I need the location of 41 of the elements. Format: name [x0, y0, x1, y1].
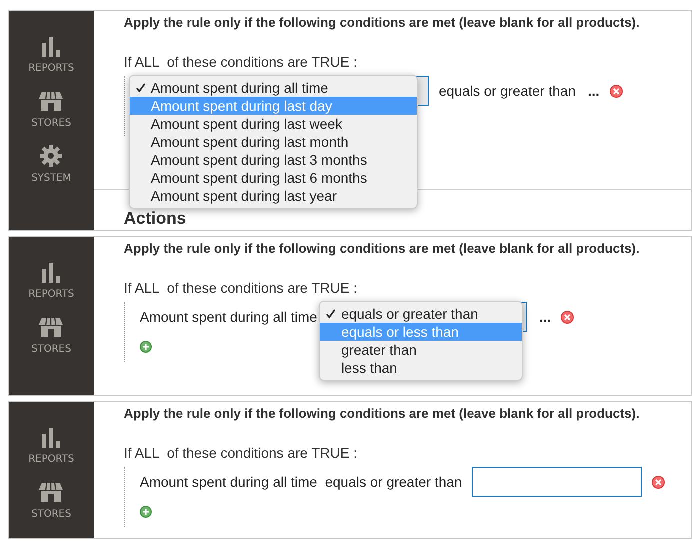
condition-text: Amount spent during all time equals or greater than: [140, 474, 462, 490]
input-field[interactable]: [472, 467, 642, 497]
nav-item[interactable]: STORES: [32, 481, 72, 520]
nav-item[interactable]: STORES: [32, 90, 72, 129]
condition-text: Amount spent during all time: [140, 309, 318, 325]
condition-text: equals or greater than: [439, 83, 576, 99]
section-heading: Apply the rule only if the following conditions are met (leave blank for all products).: [124, 240, 641, 258]
bar-chart-icon: [40, 263, 62, 283]
storefront-icon: [39, 316, 64, 338]
remove-icon[interactable]: [652, 476, 666, 488]
menu-option[interactable]: Amount spent during last 6 months: [130, 169, 417, 187]
menu-option[interactable]: equals or greater than: [320, 305, 522, 323]
rule-text: If ALL of these conditions are TRUE :: [124, 54, 358, 70]
menu-option[interactable]: less than: [320, 359, 522, 377]
menu-option[interactable]: Amount spent during last month: [130, 133, 417, 151]
section-heading: Apply the rule only if the following conditions are met (leave blank for all products).: [124, 14, 641, 32]
nav-item[interactable]: REPORTS: [28, 263, 74, 300]
nav-item[interactable]: REPORTS: [28, 37, 74, 74]
menu-option[interactable]: Amount spent during last year: [130, 187, 417, 205]
bar-chart-icon: [40, 37, 62, 57]
bar-chart-icon: [40, 428, 62, 448]
section-title: Actions: [124, 210, 186, 228]
nav-item[interactable]: SYSTEM: [32, 145, 72, 184]
storefront-icon: [39, 90, 64, 112]
section-heading: Apply the rule only if the following conditions are met (leave blank for all products).: [124, 405, 641, 423]
menu-option[interactable]: Amount spent during last 3 months: [130, 151, 417, 169]
menu-option[interactable]: Amount spent during last week: [130, 115, 417, 133]
value-link[interactable]: ...: [588, 83, 600, 99]
nav-item[interactable]: STORES: [32, 316, 72, 355]
add-icon[interactable]: [140, 341, 152, 353]
rule-text: If ALL of these conditions are TRUE :: [124, 280, 358, 296]
menu-option[interactable]: Amount spent during all time: [130, 79, 417, 97]
remove-icon[interactable]: [561, 310, 574, 324]
gear-icon: [40, 145, 62, 167]
menu-option[interactable]: greater than: [320, 341, 522, 359]
rule-text: If ALL of these conditions are TRUE :: [124, 445, 358, 461]
value-link[interactable]: ...: [539, 309, 552, 325]
add-icon[interactable]: [140, 506, 152, 518]
storefront-icon: [39, 481, 64, 503]
nav-item[interactable]: REPORTS: [28, 428, 74, 465]
remove-icon[interactable]: [610, 84, 623, 98]
